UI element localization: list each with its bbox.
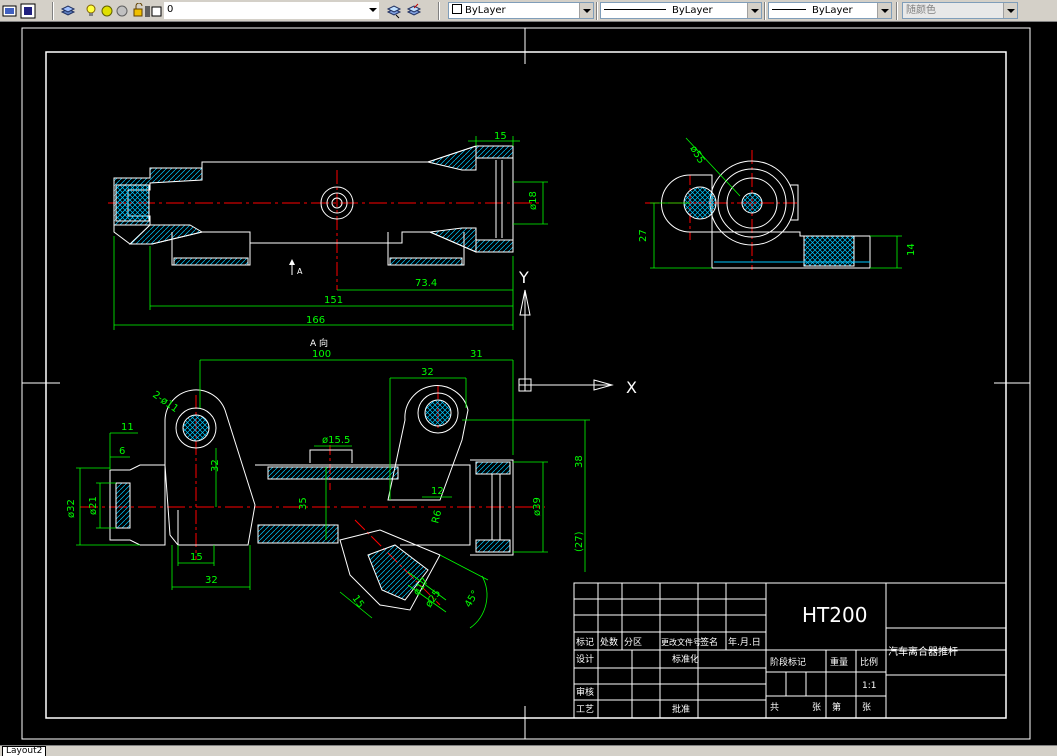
layout-tab-bar (0, 745, 1057, 756)
sheet-label: 第 (832, 701, 841, 713)
part-name-text: 汽车离合器推杆 (888, 645, 958, 658)
chevron-down-icon[interactable] (747, 3, 761, 18)
dim-text: R6 (430, 509, 444, 525)
ucs-y-label: Y (518, 268, 529, 287)
dim-text: 15 (494, 131, 507, 142)
weight-label: 重量 (830, 656, 848, 668)
dim-text: 100 (312, 349, 331, 360)
dim-text: 15 (350, 593, 366, 610)
sheet-label: 共 (770, 702, 779, 713)
lineweight-value: ByLayer (812, 5, 853, 16)
dim-text: 27 (638, 229, 649, 242)
chevron-down-icon[interactable] (579, 3, 593, 18)
dim-text: ø39 (532, 497, 543, 516)
lineweight-combo[interactable]: ByLayer (768, 2, 892, 19)
a-view (80, 385, 545, 611)
row-label: 签名 (700, 636, 718, 648)
dim-text: ø15.5 (322, 435, 350, 446)
dim-text: (27) (574, 531, 585, 552)
color-value: ByLayer (465, 5, 506, 16)
wall-section (426, 145, 477, 171)
chevron-down-icon[interactable] (877, 3, 891, 18)
layer-name: 0 (167, 4, 174, 15)
linetype-combo[interactable]: ByLayer (600, 2, 762, 19)
linetype-value: ByLayer (672, 5, 713, 16)
dim-text: 32 (421, 367, 434, 378)
sheet-label: 张 (812, 702, 821, 713)
properties-toolbar: 0 ByLayer ByLayer ByLayer 随颜色 (0, 0, 1057, 22)
chevron-down-icon[interactable] (1003, 3, 1017, 18)
drawing-canvas[interactable]: 15 ø18 73.4 151 166 A ø55 27 14 Y X A 向 … (0, 22, 1057, 745)
row-label: 更改文件号 (661, 637, 701, 647)
wall-section (475, 239, 514, 253)
outer-frame (21, 27, 1031, 740)
process-label: 工艺 (576, 704, 594, 715)
dim-text: 31 (470, 349, 483, 360)
dim-text: 166 (306, 315, 325, 326)
layer-previous-icon[interactable] (406, 3, 422, 19)
dim-text: 15 (190, 552, 203, 563)
centering-marks (22, 28, 1030, 739)
left-plug-section (115, 184, 150, 222)
make-current-icon[interactable] (20, 3, 36, 19)
dim-text: ø21 (88, 496, 99, 515)
lightbulb-icon (84, 2, 164, 23)
layers-icon[interactable] (60, 3, 76, 19)
dim-text: 12 (431, 486, 444, 497)
row-label: 处数 (600, 636, 618, 648)
row-label: 年.月.日 (728, 636, 761, 648)
view-label: A (297, 267, 303, 276)
side-view-dimensions (650, 137, 902, 269)
linetype-preview (604, 9, 666, 10)
dim-text: 32 (205, 575, 218, 586)
dim-text: 35 (298, 497, 309, 510)
row-label: 标记 (576, 636, 594, 648)
dim-text: 45° (463, 589, 481, 610)
dim-text: 6 (119, 446, 125, 457)
ucs-x-label: X (626, 378, 637, 397)
design-label: 设计 (576, 653, 594, 665)
row-label: 分区 (624, 637, 642, 648)
color-combo[interactable]: ByLayer (448, 2, 594, 19)
std-label: 标准化 (672, 653, 699, 665)
plotstyle-value: 随颜色 (906, 5, 936, 16)
dim-text: ø55 (687, 144, 706, 166)
color-swatch (452, 4, 462, 14)
dim-text: 73.4 (415, 278, 437, 289)
dim-text: 11 (121, 422, 134, 433)
wall-section (475, 145, 514, 159)
side-view (645, 150, 871, 270)
match-layer-icon[interactable] (386, 3, 402, 19)
title-block-text: HT200 汽车离合器推杆 标记 处数 分区 更改文件号 签名 年.月.日 设计… (576, 603, 958, 715)
material-text: HT200 (802, 603, 867, 627)
scale-label: 比例 (860, 656, 878, 668)
review-label: 审核 (576, 686, 594, 698)
stage-label: 阶段标记 (770, 656, 806, 668)
wall-section (428, 227, 477, 253)
lineweight-preview (772, 9, 806, 10)
dim-text: ø18 (528, 191, 539, 210)
dim-text: 2-ø11 (150, 389, 180, 415)
view-label: A 向 (310, 337, 328, 349)
wall-section (128, 224, 204, 245)
dim-text: 38 (574, 455, 585, 468)
dim-text: ø32 (66, 499, 77, 518)
ucs-icon (518, 289, 614, 392)
dim-text: 151 (324, 295, 343, 306)
dim-text: 14 (906, 243, 917, 256)
sheet-label: 张 (862, 702, 871, 713)
dim-text: 32 (210, 459, 221, 472)
scale-value: 1:1 (862, 681, 876, 691)
front-view (108, 145, 540, 290)
layer-manager-icon[interactable] (2, 3, 18, 19)
approve-label: 批准 (672, 703, 690, 715)
plotstyle-combo[interactable]: 随颜色 (902, 2, 1018, 19)
